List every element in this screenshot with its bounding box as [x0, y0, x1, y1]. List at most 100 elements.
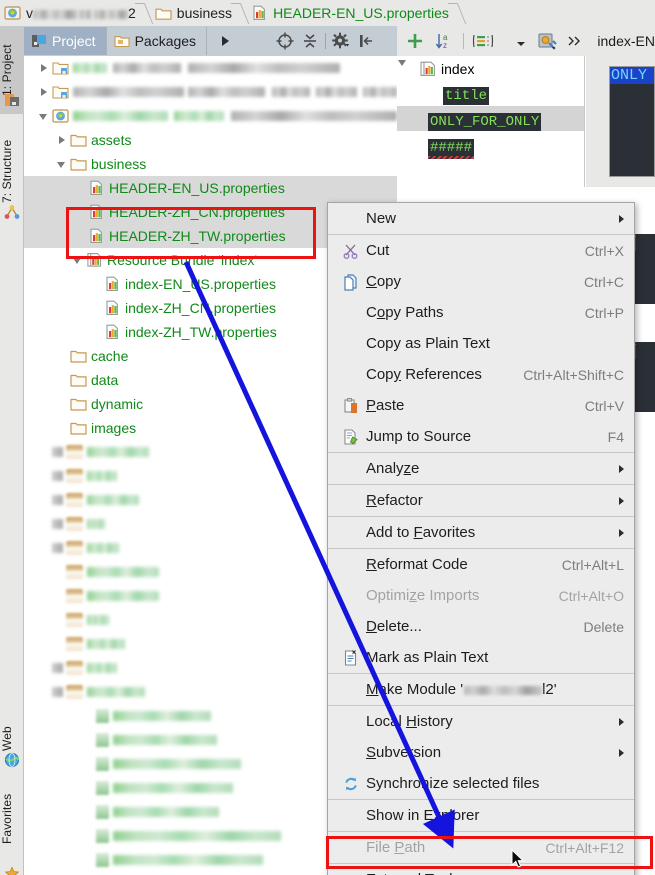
crosshair-icon[interactable]: [275, 31, 295, 51]
menu-item-new[interactable]: New: [328, 203, 634, 234]
tree-row-header-en-us[interactable]: HEADER-EN_US.properties: [24, 176, 397, 200]
menu-item-copy-paths[interactable]: Copy Paths Ctrl+P: [328, 297, 634, 328]
menu-item-reformat-code[interactable]: Reformat Code Ctrl+Alt+L: [328, 549, 634, 580]
menu-item-icon-wrapper: [342, 397, 362, 415]
menu-item-label: Copy References: [366, 366, 482, 383]
list-icon[interactable]: [472, 31, 494, 51]
menu-item-subversion[interactable]: Subversion: [328, 737, 634, 768]
expand-arrow-icon[interactable]: [52, 663, 63, 673]
tree-row-business[interactable]: business: [24, 152, 397, 176]
folder-icon: [70, 134, 87, 147]
menu-item-label: Make Module ' l2': [366, 681, 557, 698]
plus-icon[interactable]: [405, 31, 425, 51]
menu-item-synchronize-selected-files[interactable]: Synchronize selected files: [328, 768, 634, 799]
folder-icon: [66, 589, 83, 603]
menu-item-shortcut: Delete: [583, 618, 624, 635]
tree-label-index-en-us: index-EN_US.properties: [125, 276, 276, 292]
menu-item-delete[interactable]: Delete... Delete: [328, 611, 634, 642]
tree-label-redacted: [87, 519, 105, 529]
menu-item-external-tools[interactable]: External Tools: [328, 864, 634, 875]
file-icon: [96, 853, 109, 867]
hide-panel-icon[interactable]: [356, 31, 376, 51]
triangle-right-icon[interactable]: [215, 31, 235, 51]
expand-arrow-icon[interactable]: [38, 62, 50, 74]
folder-icon: [70, 398, 87, 411]
tab-packages[interactable]: Packages: [107, 27, 208, 55]
sort-az-icon[interactable]: a z: [434, 31, 454, 51]
resource-bundle-icon: [87, 253, 102, 267]
menu-item-make-module[interactable]: Make Module ' l2': [328, 674, 634, 705]
context-menu[interactable]: New Cut Ctrl+X Copy Ctrl+C Copy Paths Ctrl+P Co…: [327, 202, 635, 875]
expand-arrow-icon[interactable]: [52, 543, 63, 553]
folder-icon: [66, 661, 83, 675]
folder-icon: [70, 350, 87, 363]
folder-icon: [66, 445, 83, 459]
menu-item-mark-as-plain-text[interactable]: Mark as Plain Text: [328, 642, 634, 673]
collapse-arrow-icon[interactable]: [38, 110, 50, 122]
properties-root-label: index: [441, 60, 475, 77]
menu-item-label: Delete...: [366, 618, 422, 635]
folder-icon: [66, 469, 83, 483]
menu-item-copy[interactable]: Copy Ctrl+C: [328, 266, 634, 297]
tree-row-redacted-3[interactable]: [24, 104, 397, 128]
properties-file-icon: [90, 204, 102, 219]
menu-item-show-in-explorer[interactable]: Show in Explorer: [328, 800, 634, 831]
menu-item-jump-to-source[interactable]: Jump to Source F4: [328, 421, 634, 452]
file-icon: [96, 805, 109, 819]
menu-item-label: Mark as Plain Text: [366, 649, 489, 666]
collapse-all-icon[interactable]: [300, 31, 320, 51]
tree-label-header-en-us: HEADER-EN_US.properties: [109, 180, 285, 196]
file-icon: [96, 781, 109, 795]
double-chevron-icon[interactable]: [566, 31, 582, 51]
properties-file-icon: [106, 276, 118, 291]
folder-icon: [70, 374, 87, 387]
menu-item-shortcut: Ctrl+Alt+L: [561, 556, 624, 573]
expand-arrow-icon[interactable]: [52, 495, 63, 505]
chevron-down-icon[interactable]: [514, 31, 528, 51]
menu-item-analyze[interactable]: Analyze: [328, 453, 634, 484]
structure-icon: [4, 205, 20, 219]
tree-row-assets[interactable]: assets: [24, 128, 397, 152]
properties-root-row[interactable]: index: [397, 56, 584, 81]
menu-item-label: Paste: [366, 397, 405, 414]
menu-item-copy-as-plain-text[interactable]: Copy as Plain Text: [328, 328, 634, 359]
menu-item-copy-references[interactable]: Copy References Ctrl+Alt+Shift+C: [328, 359, 634, 390]
menu-item-cut[interactable]: Cut Ctrl+X: [328, 235, 634, 266]
gear-icon[interactable]: [331, 31, 351, 51]
web-module-icon: [52, 109, 69, 123]
tree-label-redacted: [87, 615, 109, 625]
tree-label-data: data: [91, 372, 119, 388]
breadcrumb-item-folder[interactable]: business: [151, 0, 234, 26]
tab-project[interactable]: Project: [24, 27, 107, 55]
expand-arrow-icon[interactable]: [52, 447, 63, 457]
properties-row-2[interactable]: [397, 81, 584, 106]
tree-row-redacted-1[interactable]: [24, 56, 397, 80]
menu-item-icon-wrapper: [342, 775, 362, 793]
menu-item-paste[interactable]: Paste Ctrl+V: [328, 390, 634, 421]
sidebar-web-label: Web: [0, 726, 14, 752]
gear-wrench-icon[interactable]: [537, 31, 558, 51]
collapse-arrow-icon[interactable]: [56, 158, 68, 170]
tool-window-header: Project Packages: [24, 26, 397, 56]
left-tool-strip: 1: Project 7: Structure Web Favorites: [0, 26, 24, 875]
menu-item-label: Add to Favorites: [366, 524, 476, 541]
menu-item-local-history[interactable]: Local History: [328, 706, 634, 737]
project-icon: [5, 94, 19, 106]
breadcrumb-item-module[interactable]: v2: [0, 0, 138, 26]
sidebar-item-favorites[interactable]: Favorites: [0, 780, 24, 858]
expand-arrow-icon[interactable]: [52, 471, 63, 481]
properties-row-4[interactable]: [397, 131, 584, 156]
redacted-module-name: [464, 685, 543, 695]
expand-arrow-icon[interactable]: [52, 687, 63, 697]
expand-arrow-icon[interactable]: [52, 519, 63, 529]
expand-arrow-icon[interactable]: [38, 86, 50, 98]
properties-file-icon: [90, 180, 102, 195]
tree-row-redacted-2[interactable]: [24, 80, 397, 104]
expand-arrow-icon[interactable]: [56, 134, 68, 146]
collapse-arrow-icon[interactable]: [72, 254, 84, 266]
menu-item-refactor[interactable]: Refactor: [328, 485, 634, 516]
editor-code-box[interactable]: ONLY: [609, 66, 655, 177]
menu-item-add-to-favorites[interactable]: Add to Favorites: [328, 517, 634, 548]
paste-icon: [344, 397, 357, 413]
breadcrumb-item-file[interactable]: HEADER-EN_US.properties: [247, 0, 451, 26]
